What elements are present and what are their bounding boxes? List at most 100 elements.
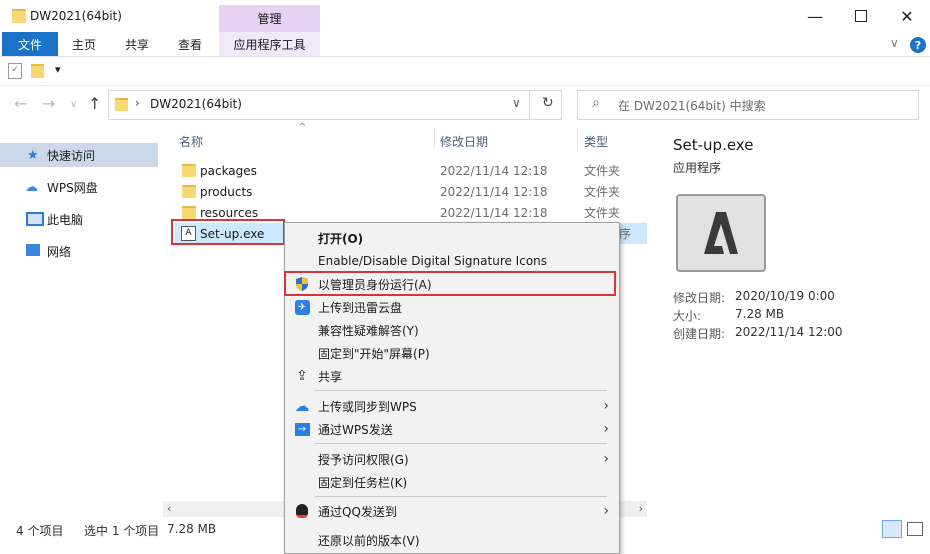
tab-share[interactable]: 共享	[125, 32, 149, 56]
menu-item-pin-start[interactable]: 固定到"开始"屏幕(P)	[285, 342, 619, 364]
address-path[interactable]: DW2021(64bit)	[150, 97, 242, 111]
status-size: 7.28 MB	[167, 522, 217, 536]
folder-icon	[182, 164, 196, 177]
menu-item-label: 打开(O)	[318, 231, 364, 246]
menu-item-share[interactable]: ⇪ 共享	[285, 365, 619, 387]
network-icon	[26, 244, 40, 256]
adobe-app-icon	[676, 194, 766, 272]
nav-item-wps-cloud[interactable]: ☁ WPS网盘	[0, 175, 158, 199]
menu-item-upload-thunder[interactable]: ✈ 上传到迅雷云盘	[285, 296, 619, 318]
nav-item-this-pc[interactable]: 此电脑	[0, 207, 158, 231]
maximize-button[interactable]	[838, 0, 884, 32]
file-type: 文件夹	[584, 185, 621, 199]
file-type: 序	[619, 227, 632, 241]
file-date: 2022/11/14 12:18	[440, 205, 548, 220]
column-header-date[interactable]: 修改日期	[440, 133, 488, 150]
address-bar[interactable]: › DW2021(64bit) ∨ ↻	[108, 90, 562, 120]
nav-item-label: WPS网盘	[47, 180, 98, 195]
menu-separator	[315, 496, 607, 497]
menu-item-digital-signature[interactable]: Enable/Disable Digital Signature Icons	[285, 250, 619, 272]
qq-icon	[294, 503, 310, 519]
column-header-name[interactable]: 名称	[179, 133, 203, 150]
thunder-icon: ✈	[294, 299, 310, 315]
refresh-icon[interactable]: ↻	[542, 95, 554, 111]
preview-file-type: 应用程序	[673, 161, 722, 175]
file-name: packages	[200, 163, 257, 178]
menu-item-wps-sync[interactable]: ☁ 上传或同步到WPS ›	[285, 395, 619, 417]
menu-item-restore-versions[interactable]: 还原以前的版本(V)	[285, 529, 619, 551]
preview-meta-value: 2022/11/14 12:00	[735, 325, 843, 339]
menu-item-compat-troubleshoot[interactable]: 兼容性疑难解答(Y)	[285, 319, 619, 341]
computer-icon	[26, 212, 44, 226]
menu-item-label: 共享	[318, 369, 343, 384]
file-row[interactable]: products 2022/11/14 12:18 文件夹	[175, 181, 647, 202]
menu-item-wps-send[interactable]: → 通过WPS发送 ›	[285, 418, 619, 440]
help-icon[interactable]: ?	[910, 37, 926, 53]
nav-item-quick-access[interactable]: ★ 快速访问	[0, 143, 158, 167]
new-folder-icon[interactable]	[31, 64, 44, 78]
status-selected: 选中 1 个项目	[84, 524, 160, 538]
file-date: 2022/11/14 12:18	[440, 184, 548, 199]
menu-item-label: Enable/Disable Digital Signature Icons	[318, 254, 548, 268]
window-title: DW2021(64bit)	[30, 9, 122, 23]
ribbon-expand-chevron-icon[interactable]: ∨	[890, 36, 899, 50]
search-placeholder: 在 DW2021(64bit) 中搜索	[618, 99, 766, 113]
folder-icon	[115, 98, 128, 111]
tab-file[interactable]: 文件	[2, 32, 58, 56]
column-header-type[interactable]: 类型	[584, 133, 608, 150]
menu-item-label: 通过WPS发送	[318, 422, 393, 437]
forward-arrow-icon[interactable]: →	[42, 94, 55, 113]
menu-separator	[315, 390, 607, 391]
back-arrow-icon[interactable]: ←	[14, 94, 27, 113]
menu-item-open[interactable]: 打开(O)	[285, 227, 619, 249]
scroll-right-icon[interactable]: ›	[639, 502, 643, 515]
folder-icon	[12, 9, 26, 23]
column-divider[interactable]	[577, 128, 578, 150]
menu-separator	[315, 443, 607, 444]
properties-icon[interactable]: ✓	[8, 63, 22, 79]
minimize-icon: —	[807, 6, 823, 26]
file-date: 2022/11/14 12:18	[440, 163, 548, 178]
tab-view[interactable]: 查看	[178, 32, 202, 56]
status-item-count: 4 个项目	[16, 524, 64, 538]
submenu-chevron-icon: ›	[603, 503, 609, 519]
file-type: 文件夹	[584, 206, 621, 220]
column-divider[interactable]	[434, 128, 435, 150]
menu-item-grant-access[interactable]: 授予访问权限(G) ›	[285, 448, 619, 470]
file-name: products	[200, 184, 253, 199]
qat-customize-icon[interactable]: ▾	[55, 63, 61, 76]
nav-item-network[interactable]: 网络	[0, 239, 158, 263]
file-name: resources	[200, 205, 259, 220]
file-row[interactable]: packages 2022/11/14 12:18 文件夹	[175, 160, 647, 181]
preview-meta-label: 创建日期:	[673, 327, 726, 341]
nav-item-label: 此电脑	[47, 212, 84, 227]
menu-item-pin-taskbar[interactable]: 固定到任务栏(K)	[285, 471, 619, 493]
scroll-left-icon[interactable]: ‹	[167, 502, 171, 515]
minimize-button[interactable]: —	[792, 0, 838, 32]
tab-home[interactable]: 主页	[72, 32, 96, 56]
close-button[interactable]: ✕	[884, 0, 930, 32]
menu-item-label: 固定到"开始"屏幕(P)	[318, 346, 430, 361]
close-icon: ✕	[900, 6, 914, 26]
large-icons-view-icon[interactable]	[907, 522, 923, 536]
preview-meta-label: 修改日期:	[673, 291, 726, 305]
nav-item-label: 快速访问	[47, 148, 96, 163]
cloud-icon: ☁	[25, 179, 38, 195]
wps-cloud-icon: ☁	[294, 397, 310, 415]
selection-highlight-box	[171, 219, 285, 245]
sort-ascending-icon: ^	[298, 122, 307, 133]
recent-locations-chevron-icon[interactable]: ∨	[70, 99, 77, 110]
submenu-chevron-icon: ›	[603, 398, 609, 414]
title-bar	[0, 0, 930, 32]
details-view-icon[interactable]	[882, 520, 902, 538]
search-icon: ⌕	[592, 95, 600, 111]
breadcrumb-chevron-icon: ›	[135, 96, 140, 110]
address-dropdown-icon[interactable]: ∨	[512, 96, 521, 110]
search-input[interactable]: ⌕ 在 DW2021(64bit) 中搜索	[577, 90, 919, 120]
menu-item-qq-send[interactable]: 通过QQ发送到 ›	[285, 500, 619, 522]
menu-item-label: 还原以前的版本(V)	[318, 533, 420, 548]
up-arrow-icon[interactable]: ↑	[88, 94, 101, 113]
menu-item-label: 固定到任务栏(K)	[318, 475, 408, 490]
tab-application-tools[interactable]: 应用程序工具	[219, 32, 320, 56]
run-as-admin-highlight-box	[284, 271, 616, 296]
